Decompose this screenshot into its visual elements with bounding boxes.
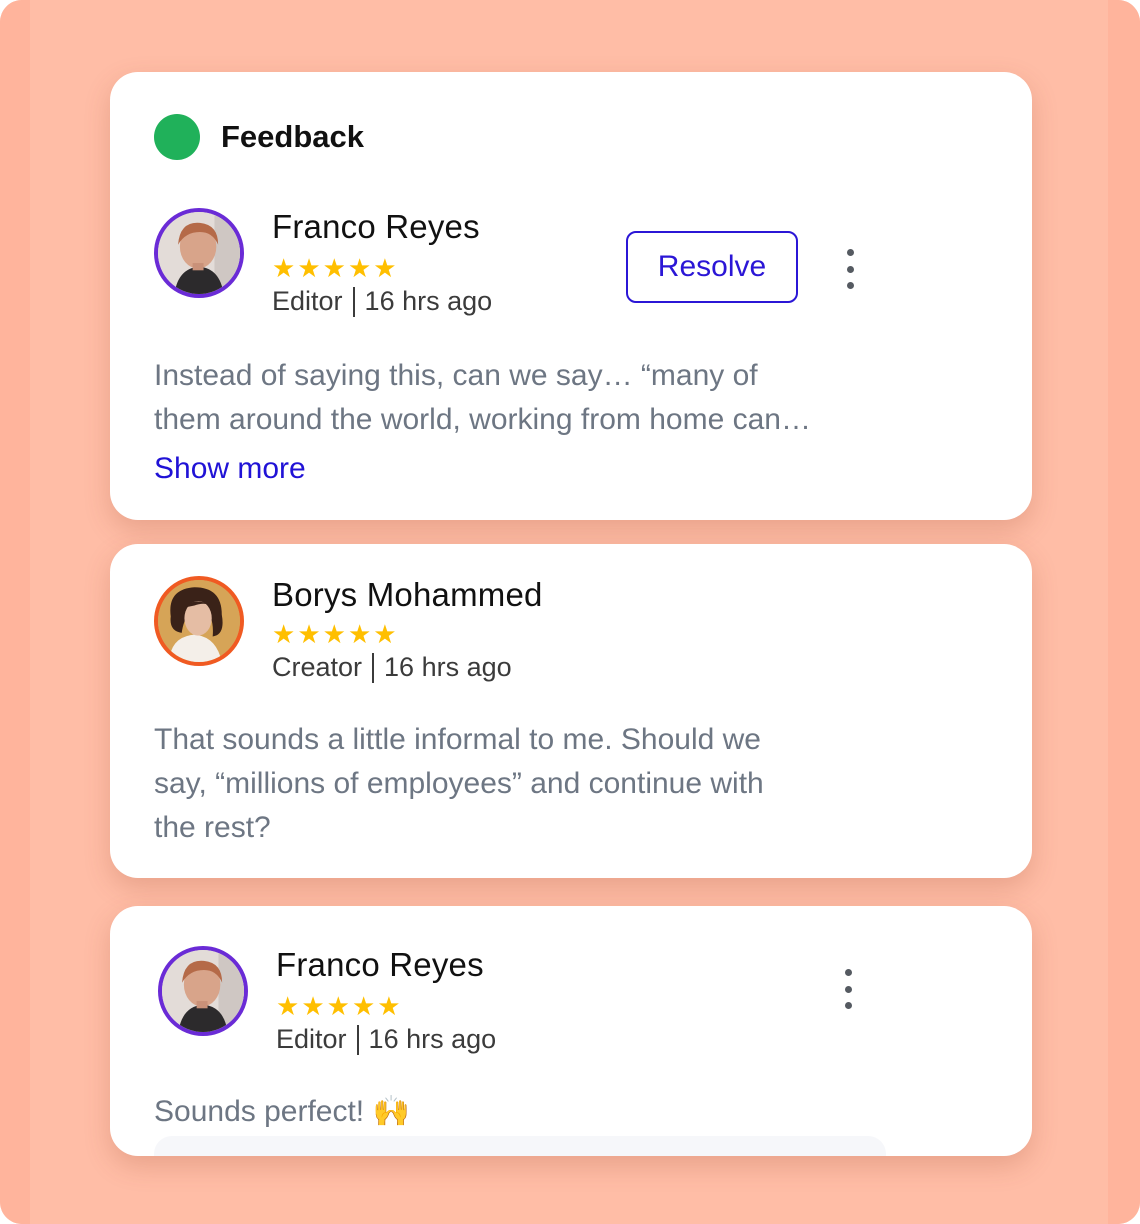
- feedback-card-3: Franco Reyes ★ ★ ★ ★ ★ Editor 16 hrs ago…: [110, 906, 1032, 1156]
- author-role: Creator: [272, 652, 363, 682]
- avatar[interactable]: [158, 946, 248, 1036]
- feedback-card-1: Feedback Franco Reyes ★ ★ ★ ★ ★ Editor 1…: [110, 72, 1032, 520]
- comment-text: Instead of saying this, can we say… “man…: [154, 354, 811, 442]
- comment-line: the rest?: [154, 811, 271, 844]
- author-name: Borys Mohammed: [272, 576, 543, 613]
- reply-input[interactable]: [154, 1136, 886, 1156]
- star-icon: ★: [297, 254, 321, 284]
- background-edge-right: [1108, 0, 1140, 1224]
- meta-divider: [356, 1024, 359, 1055]
- status-dot-icon: [154, 114, 200, 160]
- comment-line: say, “millions of employees” and continu…: [154, 767, 764, 800]
- avatar-photo-icon: [158, 580, 240, 662]
- author-name: Franco Reyes: [276, 946, 484, 983]
- star-rating: ★ ★ ★ ★ ★: [272, 622, 397, 648]
- author-meta: Creator 16 hrs ago: [272, 652, 512, 683]
- star-icon: ★: [272, 254, 296, 284]
- author-role: Editor: [272, 286, 343, 316]
- comment-line: them around the world, working from home…: [154, 403, 811, 436]
- author-meta: Editor 16 hrs ago: [276, 1024, 496, 1055]
- avatar[interactable]: [154, 576, 244, 666]
- star-icon: ★: [373, 254, 397, 284]
- feedback-header: Feedback: [154, 114, 364, 160]
- star-icon: ★: [297, 620, 321, 650]
- comment-time: 16 hrs ago: [384, 652, 512, 682]
- meta-divider: [352, 286, 355, 317]
- star-icon: ★: [276, 992, 300, 1022]
- star-icon: ★: [347, 620, 372, 650]
- avatar-photo-icon: [162, 950, 244, 1032]
- meta-divider: [372, 652, 375, 683]
- star-icon: ★: [272, 620, 296, 650]
- show-more-link[interactable]: Show more: [154, 452, 306, 486]
- feedback-title: Feedback: [221, 119, 365, 154]
- comment-line: Instead of saying this, can we say… “man…: [154, 359, 758, 392]
- star-icon: ★: [351, 992, 376, 1022]
- star-icon: ★: [377, 992, 401, 1022]
- star-rating: ★ ★ ★ ★ ★: [276, 994, 401, 1020]
- star-icon: ★: [373, 620, 397, 650]
- star-icon: ★: [322, 254, 346, 284]
- comment-time: 16 hrs ago: [368, 1024, 497, 1054]
- feedback-card-2: Borys Mohammed ★ ★ ★ ★ ★ Creator 16 hrs …: [110, 544, 1032, 878]
- comment-line: That sounds a little informal to me. Sho…: [154, 723, 761, 756]
- avatar-photo-icon: [158, 212, 240, 294]
- star-icon: ★: [326, 992, 350, 1022]
- star-rating: ★ ★ ★ ★ ★: [272, 256, 397, 282]
- resolve-button[interactable]: Resolve: [626, 231, 798, 303]
- author-meta: Editor 16 hrs ago: [272, 286, 492, 317]
- background-edge-left: [0, 0, 30, 1224]
- author-role: Editor: [276, 1024, 347, 1054]
- more-vertical-icon[interactable]: [836, 969, 860, 1009]
- star-icon: ★: [347, 254, 372, 284]
- comment-text: That sounds a little informal to me. Sho…: [154, 718, 764, 850]
- page-background: Feedback Franco Reyes ★ ★ ★ ★ ★ Editor 1…: [0, 0, 1140, 1224]
- comment-text: Sounds perfect! 🙌: [154, 1095, 410, 1128]
- comment-time: 16 hrs ago: [364, 286, 493, 316]
- star-icon: ★: [301, 992, 325, 1022]
- star-icon: ★: [322, 620, 346, 650]
- more-vertical-icon[interactable]: [838, 249, 862, 289]
- avatar[interactable]: [154, 208, 244, 298]
- author-name: Franco Reyes: [272, 208, 480, 245]
